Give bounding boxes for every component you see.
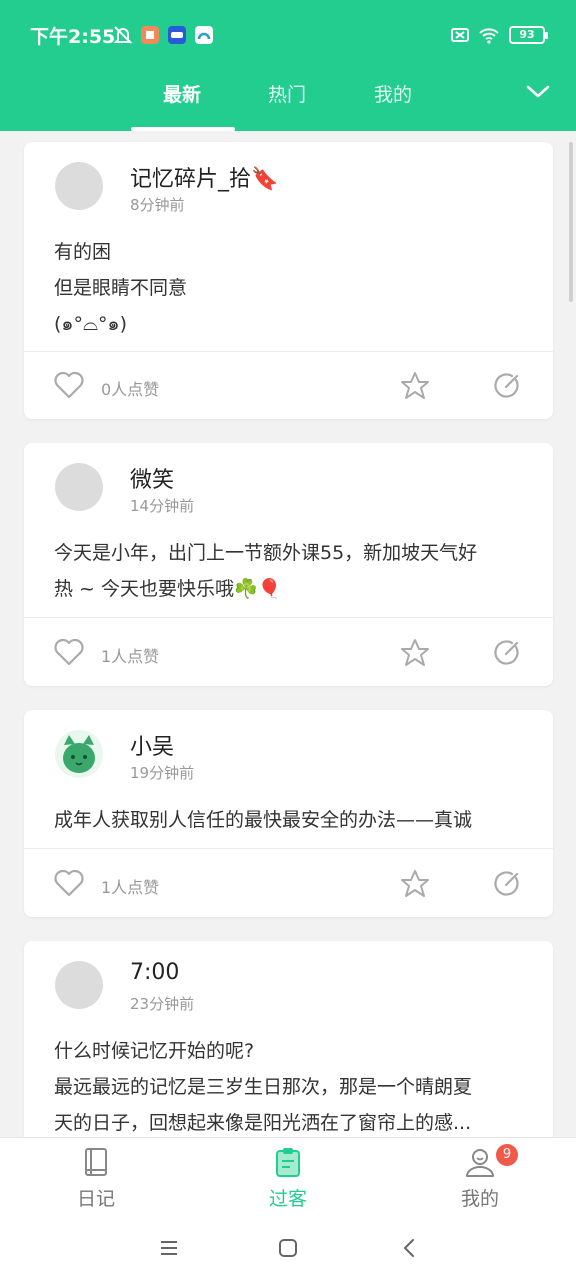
- author-name[interactable]: 记忆碎片_拾🔖: [130, 161, 278, 193]
- status-time: 下午2:55: [30, 26, 116, 48]
- like-count: 0人点赞: [101, 380, 160, 399]
- back-icon[interactable]: [396, 1235, 422, 1261]
- post-feed[interactable]: 记忆碎片_拾🔖 8分钟前 有的困 但是眼睛不同意 (๑°⌓°๑) 0人点赞 微笑…: [0, 131, 576, 1137]
- heart-icon[interactable]: [52, 635, 86, 669]
- author-name[interactable]: 微笑: [130, 462, 174, 494]
- status-bar: 下午2:55 93: [0, 0, 576, 70]
- post-content[interactable]: 今天是小年，出门上一节额外课55，新加坡天气好 热 ~ 今天也要快乐哦☘️🎈: [54, 535, 529, 607]
- nav-passerby[interactable]: 过客: [192, 1138, 384, 1222]
- content-line: (๑°⌓°๑): [54, 313, 127, 335]
- content-line: 天的日子，回想起来像是阳光洒在了窗帘上的感...: [54, 1112, 472, 1134]
- post-content[interactable]: 什么时候记忆开始的呢? 最远最远的记忆是三岁生日那次，那是一个晴朗夏 天的日子，…: [54, 1033, 529, 1137]
- star-icon[interactable]: [399, 637, 431, 669]
- star-icon[interactable]: [399, 370, 431, 402]
- avatar[interactable]: [55, 463, 103, 511]
- post-card[interactable]: 微笑 14分钟前 今天是小年，出门上一节额外课55，新加坡天气好 热 ~ 今天也…: [24, 443, 553, 686]
- content-line: 今天是小年，出门上一节额外课55，新加坡天气好: [54, 542, 478, 564]
- content-line: 成年人获取别人信任的最快最安全的办法——真诚: [54, 809, 473, 831]
- content-line: 有的困: [54, 241, 112, 263]
- nav-label: 我的: [460, 1188, 499, 1210]
- divider: [24, 351, 553, 352]
- divider: [24, 617, 553, 618]
- app-notification-icon: [141, 26, 159, 44]
- user-icon: [466, 1149, 494, 1177]
- tab-mine[interactable]: 我的: [374, 80, 412, 107]
- author-name[interactable]: 小吴: [130, 729, 174, 761]
- wifi-icon: [479, 28, 499, 44]
- app-notification-icon: [168, 26, 186, 44]
- battery-indicator: 93: [509, 26, 548, 44]
- home-icon[interactable]: [275, 1235, 301, 1261]
- clipboard-icon: [276, 1148, 300, 1177]
- nav-mine[interactable]: 9 我的: [384, 1138, 576, 1222]
- cat-avatar-icon: [63, 735, 95, 773]
- post-card[interactable]: 7:00 23分钟前 什么时候记忆开始的呢? 最远最远的记忆是三岁生日那次，那是…: [24, 941, 553, 1137]
- avatar[interactable]: [55, 162, 103, 210]
- post-time: 14分钟前: [130, 497, 195, 515]
- nav-diary[interactable]: 日记: [0, 1138, 192, 1222]
- heart-icon[interactable]: [52, 368, 86, 402]
- post-time: 23分钟前: [130, 995, 195, 1013]
- share-icon[interactable]: [492, 638, 522, 668]
- content-line: 最远最远的记忆是三岁生日那次，那是一个晴朗夏: [54, 1076, 473, 1098]
- bell-muted-icon: [113, 26, 133, 44]
- sim-card-icon: [451, 28, 469, 42]
- post-content[interactable]: 成年人获取别人信任的最快最安全的办法——真诚: [54, 802, 529, 838]
- app-header: 下午2:55 93 最新 热门 我的: [0, 0, 576, 131]
- chevron-down-icon[interactable]: [524, 80, 552, 104]
- nav-label: 过客: [268, 1188, 307, 1210]
- post-card[interactable]: 小吴 19分钟前 成年人获取别人信任的最快最安全的办法——真诚 1人点赞: [24, 710, 553, 917]
- tab-latest[interactable]: 最新: [163, 80, 201, 107]
- like-count: 1人点赞: [101, 647, 160, 666]
- star-icon[interactable]: [399, 868, 431, 900]
- post-time: 8分钟前: [130, 196, 185, 214]
- feed-tabs: 最新 热门 我的: [0, 70, 576, 131]
- nav-label: 日记: [76, 1188, 115, 1210]
- bottom-nav: 日记 过客 9 我的: [0, 1137, 576, 1221]
- content-line: 什么时候记忆开始的呢?: [54, 1040, 255, 1062]
- heart-icon[interactable]: [52, 866, 86, 900]
- like-count: 1人点赞: [101, 878, 160, 897]
- menu-icon[interactable]: [156, 1235, 182, 1261]
- divider: [24, 848, 553, 849]
- book-icon: [85, 1148, 107, 1176]
- author-name[interactable]: 7:00: [130, 960, 179, 985]
- share-icon[interactable]: [492, 869, 522, 899]
- app-notification-icon: [195, 26, 213, 44]
- tab-popular[interactable]: 热门: [268, 80, 306, 107]
- share-icon[interactable]: [492, 371, 522, 401]
- post-card[interactable]: 记忆碎片_拾🔖 8分钟前 有的困 但是眼睛不同意 (๑°⌓°๑) 0人点赞: [24, 142, 553, 419]
- avatar[interactable]: [55, 961, 103, 1009]
- post-content[interactable]: 有的困 但是眼睛不同意 (๑°⌓°๑): [54, 234, 529, 342]
- avatar[interactable]: [55, 730, 103, 778]
- system-nav-bar: [0, 1221, 576, 1280]
- post-time: 19分钟前: [130, 764, 195, 782]
- scrollbar-thumb[interactable]: [569, 142, 573, 302]
- notification-badge: 9: [496, 1144, 518, 1166]
- content-line: 热 ~ 今天也要快乐哦☘️🎈: [54, 578, 282, 600]
- content-line: 但是眼睛不同意: [54, 277, 188, 299]
